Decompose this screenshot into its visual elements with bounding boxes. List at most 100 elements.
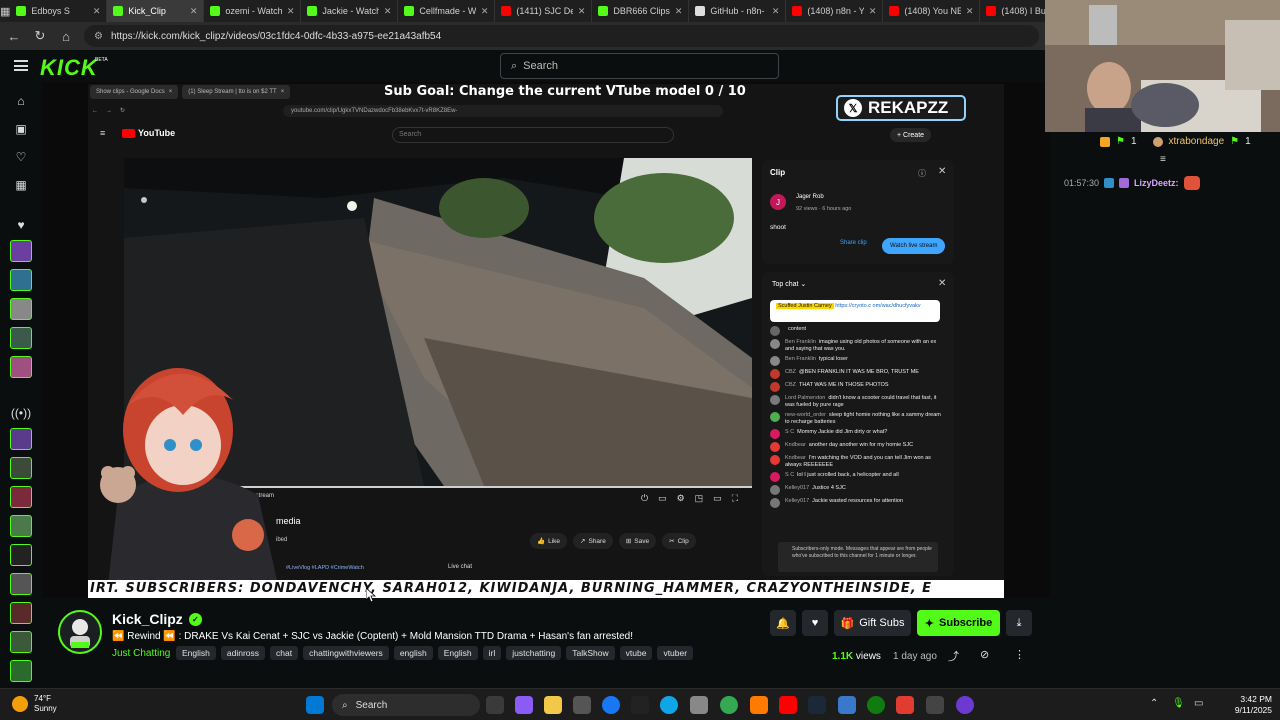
copilot-icon[interactable] [515, 696, 533, 714]
download-button[interactable]: ⤓ [1006, 610, 1032, 636]
kick-logo[interactable]: KICK [40, 55, 98, 81]
browser-tab[interactable]: (1411) SJC De ✕ [495, 0, 593, 22]
stream-tag[interactable]: chattingwithviewers [303, 646, 389, 660]
app-icon[interactable] [926, 696, 944, 714]
close-tab-icon[interactable]: ✕ [966, 6, 974, 17]
expand-icon[interactable]: ≡ [1160, 154, 1166, 165]
taskbar-search[interactable]: ⌕ Search [332, 694, 480, 716]
stream-tag[interactable]: english [393, 646, 433, 660]
menu-icon[interactable] [14, 60, 28, 71]
weather-widget[interactable]: 74°F Sunny [12, 694, 57, 714]
close-tab-icon[interactable]: ✕ [287, 6, 295, 17]
app-icon[interactable] [896, 696, 914, 714]
notification-bell-button[interactable]: 🔔 [770, 610, 796, 636]
browser-tab[interactable]: GitHub - n8n- ✕ [689, 0, 787, 22]
followed-channel-avatar[interactable] [10, 269, 32, 291]
close-tab-icon[interactable]: ✕ [578, 6, 586, 17]
recommended-channel-avatar[interactable] [10, 573, 32, 595]
site-info-icon[interactable]: ⚙ [94, 31, 103, 42]
channel-name[interactable]: Kick_Clipz ✓ [112, 611, 202, 627]
close-tab-icon[interactable]: ✕ [481, 6, 489, 17]
stream-tag[interactable]: vtuber [657, 646, 694, 660]
chat-author: Ben Franklin [785, 339, 816, 345]
followed-channel-avatar[interactable] [10, 356, 32, 378]
close-tab-icon[interactable]: ✕ [93, 6, 101, 17]
obs-icon[interactable] [956, 696, 974, 714]
recommended-channel-avatar[interactable] [10, 428, 32, 450]
followed-channel-avatar[interactable] [10, 298, 32, 320]
stream-tag[interactable]: justchatting [506, 646, 562, 660]
close-tab-icon[interactable]: ✕ [869, 6, 877, 17]
chrome-icon[interactable] [720, 696, 738, 714]
gifter-name[interactable]: xtrabondage [1169, 136, 1225, 147]
stream-tag[interactable]: vtube [619, 646, 653, 660]
recommended-channel-avatar[interactable] [10, 602, 32, 624]
browser-tab[interactable]: DBR666 Clips ✕ [592, 0, 690, 22]
stream-tag[interactable]: TalkShow [566, 646, 615, 660]
steam-icon[interactable] [808, 696, 826, 714]
share-icon[interactable]: ⤴ [948, 648, 959, 664]
calculator-icon[interactable] [690, 696, 708, 714]
recommended-channel-avatar[interactable] [10, 544, 32, 566]
tab-menu-icon[interactable]: ▦ [0, 5, 10, 18]
vlc-icon[interactable] [750, 696, 768, 714]
categories-icon[interactable]: ▦ [10, 174, 32, 196]
recommended-channel-avatar[interactable] [10, 660, 32, 682]
tray-chevron-icon[interactable]: ⌃ [1150, 698, 1158, 709]
mic-icon[interactable]: 🎙 [1172, 698, 1185, 709]
home-icon[interactable]: ⌂ [10, 90, 32, 112]
search-input[interactable]: ⌕ Search [500, 53, 779, 79]
file-explorer-icon[interactable] [544, 696, 562, 714]
reload-icon[interactable]: ↻ [32, 28, 48, 44]
stream-tag[interactable]: adinross [220, 646, 266, 660]
close-tab-icon[interactable]: ✕ [384, 6, 392, 17]
recommended-channel-avatar[interactable] [10, 457, 32, 479]
amazon-icon[interactable] [631, 696, 649, 714]
close-tab-icon[interactable]: ✕ [675, 6, 683, 17]
stream-tag[interactable]: English [176, 646, 216, 660]
browser-tab[interactable]: (1408) You NE ✕ [883, 0, 981, 22]
browser-tab[interactable]: ozemi - Watch ✕ [204, 0, 302, 22]
browser-tab[interactable]: Kick_Clip ✕ [107, 0, 205, 22]
home-icon[interactable]: ⌂ [58, 29, 74, 44]
xbox-icon[interactable] [867, 696, 885, 714]
app-icon[interactable] [838, 696, 856, 714]
browser-tab[interactable]: Cellfmade - W ✕ [398, 0, 496, 22]
more-options-icon[interactable]: ⋮ [1014, 648, 1025, 661]
browser-tab[interactable]: Jackie - Watch ✕ [301, 0, 399, 22]
follow-heart-button[interactable]: ♥ [802, 610, 828, 636]
recommended-channel-avatar[interactable] [10, 631, 32, 653]
close-tab-icon[interactable]: ✕ [772, 6, 780, 17]
tab-favicon-icon [501, 6, 512, 16]
chat-username[interactable]: LizyDeetz: [1134, 178, 1179, 188]
back-icon[interactable]: ← [6, 29, 22, 44]
store-icon[interactable] [573, 696, 591, 714]
network-icon[interactable]: ▭ [1194, 698, 1203, 709]
hide-icon[interactable]: ⊘ [980, 648, 989, 661]
channel-avatar[interactable] [58, 610, 102, 654]
stream-tag[interactable]: chat [270, 646, 299, 660]
followed-channel-avatar[interactable] [10, 327, 32, 349]
browse-icon[interactable]: ▣ [10, 118, 32, 140]
recommended-channel-avatar[interactable] [10, 486, 32, 508]
live-chat-label: Live chat [448, 564, 473, 570]
stream-tag[interactable]: English [437, 646, 478, 660]
following-icon[interactable]: ♡ [10, 146, 32, 168]
browser-tab[interactable]: (1408) n8n - Y ✕ [786, 0, 884, 22]
gift-subs-button[interactable]: 🎁 Gift Subs [834, 610, 911, 636]
recommended-channel-avatar[interactable] [10, 515, 32, 537]
task-view-icon[interactable] [486, 696, 504, 714]
subscribe-button[interactable]: ✦ Subscribe [917, 610, 1000, 636]
start-icon[interactable] [306, 696, 324, 714]
browser-tab[interactable]: Edboys S ✕ [10, 0, 108, 22]
youtube-icon[interactable] [779, 696, 797, 714]
category-link[interactable]: Just Chatting [112, 648, 170, 659]
clock[interactable]: 3:42 PM 9/11/2025 [1222, 694, 1272, 716]
close-tab-icon[interactable]: ✕ [190, 6, 198, 17]
followed-channel-avatar[interactable] [10, 240, 32, 262]
edge-icon[interactable] [660, 696, 678, 714]
stream-tag[interactable]: irl [482, 646, 502, 660]
chat-author: S C [785, 429, 795, 435]
facebook-icon[interactable] [602, 696, 620, 714]
url-field[interactable]: ⚙ https://kick.com/kick_clipz/videos/03c… [84, 25, 1039, 47]
